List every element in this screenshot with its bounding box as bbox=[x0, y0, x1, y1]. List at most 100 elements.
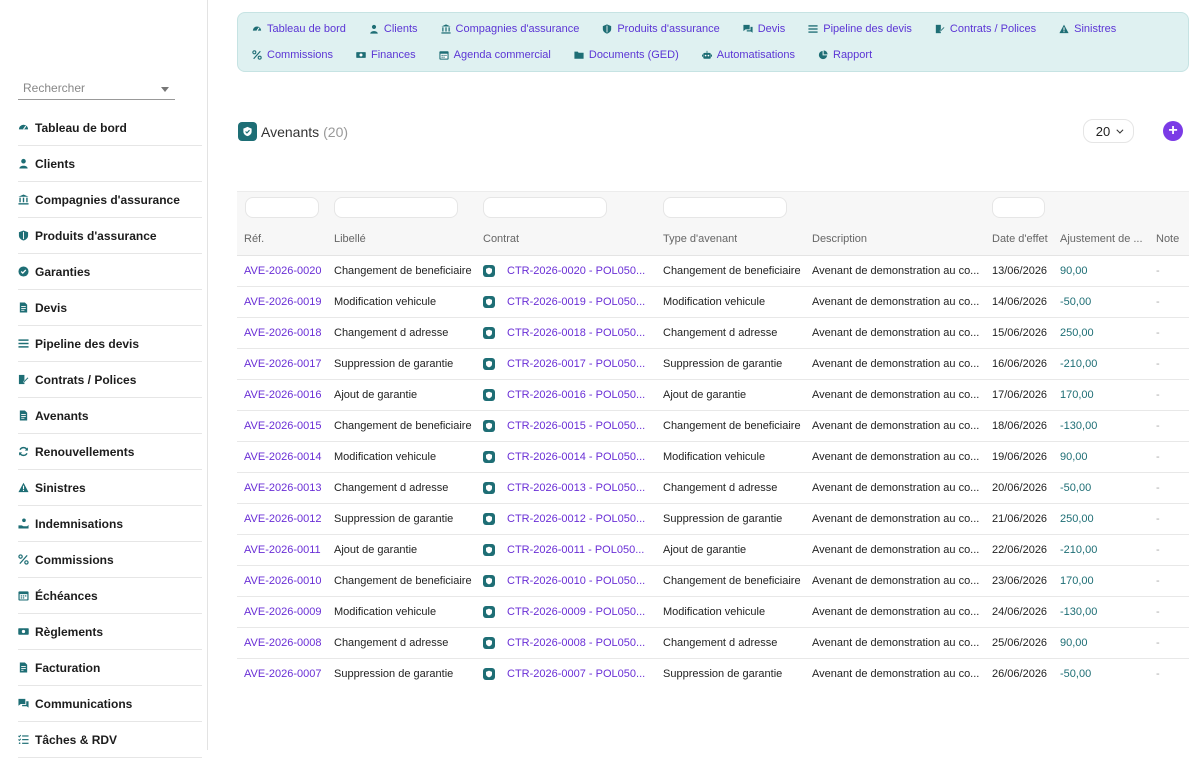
top-nav-rapport[interactable]: Rapport bbox=[818, 49, 872, 61]
table-row[interactable]: AVE-2026-0016 Ajout de garantie CTR-2026-0… bbox=[237, 380, 1189, 411]
sidebar-item-taches-rdv[interactable]: Tâches & RDV bbox=[18, 722, 202, 758]
contract-link[interactable]: CTR-2026-0019 - POL050... bbox=[483, 296, 647, 308]
sidebar-item-garanties[interactable]: Garanties bbox=[18, 254, 202, 290]
col-header-description[interactable]: Description bbox=[812, 233, 867, 245]
top-nav-contrats-polices[interactable]: Contrats / Polices bbox=[935, 23, 1036, 35]
contract-link[interactable]: CTR-2026-0017 - POL050... bbox=[483, 358, 647, 370]
ref-link[interactable]: AVE-2026-0015 bbox=[244, 420, 328, 432]
filter-type-input[interactable] bbox=[663, 197, 787, 218]
top-nav-pipeline-des-devis[interactable]: Pipeline des devis bbox=[808, 23, 912, 35]
table-row[interactable]: AVE-2026-0007 Suppression de garantie CTR-… bbox=[237, 659, 1189, 690]
top-nav-compagnies-d-assurance[interactable]: Compagnies d'assurance bbox=[440, 23, 579, 35]
table-row[interactable]: AVE-2026-0011 Ajout de garantie CTR-2026-0… bbox=[237, 535, 1189, 566]
top-nav-sinistres[interactable]: Sinistres bbox=[1059, 23, 1116, 35]
sidebar-item-clients[interactable]: Clients bbox=[18, 146, 202, 182]
sidebar-item-renouvellements[interactable]: Renouvellements bbox=[18, 434, 202, 470]
sidebar-item-facturation[interactable]: Facturation bbox=[18, 650, 202, 686]
ref-link[interactable]: AVE-2026-0017 bbox=[244, 358, 328, 370]
contract-link[interactable]: CTR-2026-0016 - POL050... bbox=[483, 389, 647, 401]
contract-link[interactable]: CTR-2026-0008 - POL050... bbox=[483, 637, 647, 649]
type-cell: Changement de beneficiaire bbox=[663, 265, 801, 277]
filter-libelle-input[interactable] bbox=[334, 197, 458, 218]
ref-link[interactable]: AVE-2026-0016 bbox=[244, 389, 328, 401]
add-avenant-button[interactable]: + bbox=[1163, 121, 1183, 141]
table-row[interactable]: AVE-2026-0018 Changement d adresse CTR-202… bbox=[237, 318, 1189, 349]
top-nav-tableau-de-bord[interactable]: Tableau de bord bbox=[252, 23, 346, 35]
contract-link[interactable]: CTR-2026-0018 - POL050... bbox=[483, 327, 647, 339]
table-row[interactable]: AVE-2026-0019 Modification vehicule CTR-20… bbox=[237, 287, 1189, 318]
table-row[interactable]: AVE-2026-0015 Changement de beneficiaire C… bbox=[237, 411, 1189, 442]
sidebar-item-avenants[interactable]: Avenants bbox=[18, 398, 202, 434]
filter-date-input[interactable] bbox=[992, 197, 1045, 218]
ref-link[interactable]: AVE-2026-0007 bbox=[244, 668, 328, 680]
contract-label: CTR-2026-0012 - POL050... bbox=[507, 513, 646, 525]
sidebar-search-select[interactable]: Rechercher bbox=[18, 78, 175, 100]
col-header-type[interactable]: Type d'avenant bbox=[663, 233, 737, 245]
ref-link[interactable]: AVE-2026-0011 bbox=[244, 544, 328, 556]
col-header-ajustement[interactable]: Ajustement de ... bbox=[1060, 233, 1145, 245]
top-nav-produits-d-assurance[interactable]: Produits d'assurance bbox=[602, 23, 720, 35]
sidebar-item-sinistres[interactable]: Sinistres bbox=[18, 470, 202, 506]
page-size-select[interactable]: 20 bbox=[1083, 119, 1134, 143]
ref-link[interactable]: AVE-2026-0019 bbox=[244, 296, 328, 308]
contract-label: CTR-2026-0010 - POL050... bbox=[507, 575, 646, 587]
ref-link[interactable]: AVE-2026-0014 bbox=[244, 451, 328, 463]
sidebar-item-produits-d-assurance[interactable]: Produits d'assurance bbox=[18, 218, 202, 254]
top-nav-label: Rapport bbox=[833, 49, 873, 61]
sidebar-item-indemnisations[interactable]: Indemnisations bbox=[18, 506, 202, 542]
table-row[interactable]: AVE-2026-0014 Modification vehicule CTR-20… bbox=[237, 442, 1189, 473]
ref-link[interactable]: AVE-2026-0012 bbox=[244, 513, 328, 525]
table-row[interactable]: AVE-2026-0013 Changement d adresse CTR-202… bbox=[237, 473, 1189, 504]
contract-link[interactable]: CTR-2026-0012 - POL050... bbox=[483, 513, 647, 525]
sidebar-item-contrats-polices[interactable]: Contrats / Polices bbox=[18, 362, 202, 398]
top-nav-finances[interactable]: Finances bbox=[356, 49, 416, 61]
ref-link[interactable]: AVE-2026-0009 bbox=[244, 606, 328, 618]
ref-link[interactable]: AVE-2026-0008 bbox=[244, 637, 328, 649]
col-header-note[interactable]: Note bbox=[1156, 233, 1179, 245]
contract-link[interactable]: CTR-2026-0014 - POL050... bbox=[483, 451, 647, 463]
sidebar-item-communications[interactable]: Communications bbox=[18, 686, 202, 722]
col-header-date[interactable]: Date d'effet bbox=[992, 233, 1048, 245]
top-nav-automatisations[interactable]: Automatisations bbox=[701, 49, 795, 61]
contract-link[interactable]: CTR-2026-0011 - POL050... bbox=[483, 544, 647, 556]
top-nav-documents-ged[interactable]: Documents (GED) bbox=[574, 49, 679, 61]
date-cell: 13/06/2026 bbox=[992, 265, 1048, 277]
sidebar-item-devis[interactable]: Devis bbox=[18, 290, 202, 326]
contract-link[interactable]: CTR-2026-0015 - POL050... bbox=[483, 420, 647, 432]
table-row[interactable]: AVE-2026-0017 Suppression de garantie CTR-… bbox=[237, 349, 1189, 380]
page-title: Avenants bbox=[261, 123, 320, 140]
contract-link[interactable]: CTR-2026-0013 - POL050... bbox=[483, 482, 647, 494]
contract-edit-icon bbox=[18, 374, 29, 385]
contract-link[interactable]: CTR-2026-0010 - POL050... bbox=[483, 575, 647, 587]
ref-link[interactable]: AVE-2026-0010 bbox=[244, 575, 328, 587]
sidebar-item-compagnies-d-assurance[interactable]: Compagnies d'assurance bbox=[18, 182, 202, 218]
top-nav-agenda-commercial[interactable]: Agenda commercial bbox=[439, 49, 551, 61]
ref-link[interactable]: AVE-2026-0018 bbox=[244, 327, 328, 339]
contract-link[interactable]: CTR-2026-0020 - POL050... bbox=[483, 265, 647, 277]
sidebar-item-commissions[interactable]: Commissions bbox=[18, 542, 202, 578]
top-nav-devis[interactable]: Devis bbox=[743, 23, 786, 35]
col-header-libelle[interactable]: Libellé bbox=[334, 233, 366, 245]
table-row[interactable]: AVE-2026-0010 Changement de beneficiaire C… bbox=[237, 566, 1189, 597]
ref-link[interactable]: AVE-2026-0013 bbox=[244, 482, 328, 494]
col-header-contrat[interactable]: Contrat bbox=[483, 233, 519, 245]
table-row[interactable]: AVE-2026-0008 Changement d adresse CTR-202… bbox=[237, 628, 1189, 659]
filter-contrat-input[interactable] bbox=[483, 197, 607, 218]
sidebar-item-tableau-de-bord[interactable]: Tableau de bord bbox=[18, 110, 202, 146]
description-cell: Avenant de demonstration au co... bbox=[812, 637, 980, 649]
contract-link[interactable]: CTR-2026-0007 - POL050... bbox=[483, 668, 647, 680]
table-row[interactable]: AVE-2026-0012 Suppression de garantie CTR-… bbox=[237, 504, 1189, 535]
ref-link[interactable]: AVE-2026-0020 bbox=[244, 265, 328, 277]
contract-link[interactable]: CTR-2026-0009 - POL050... bbox=[483, 606, 647, 618]
filter-ref-input[interactable] bbox=[245, 197, 319, 218]
col-header-ref[interactable]: Réf. bbox=[244, 233, 264, 245]
top-nav-label: Devis bbox=[757, 23, 786, 35]
sidebar-item-label: Renouvellements bbox=[35, 444, 135, 459]
table-row[interactable]: AVE-2026-0009 Modification vehicule CTR-20… bbox=[237, 597, 1189, 628]
top-nav-clients[interactable]: Clients bbox=[369, 23, 418, 35]
table-row[interactable]: AVE-2026-0020 Changement de beneficiaire C… bbox=[237, 256, 1189, 287]
sidebar-item-pipeline-des-devis[interactable]: Pipeline des devis bbox=[18, 326, 202, 362]
sidebar-item-echeances[interactable]: Échéances bbox=[18, 578, 202, 614]
top-nav-commissions[interactable]: Commissions bbox=[252, 49, 333, 61]
sidebar-item-reglements[interactable]: Règlements bbox=[18, 614, 202, 650]
